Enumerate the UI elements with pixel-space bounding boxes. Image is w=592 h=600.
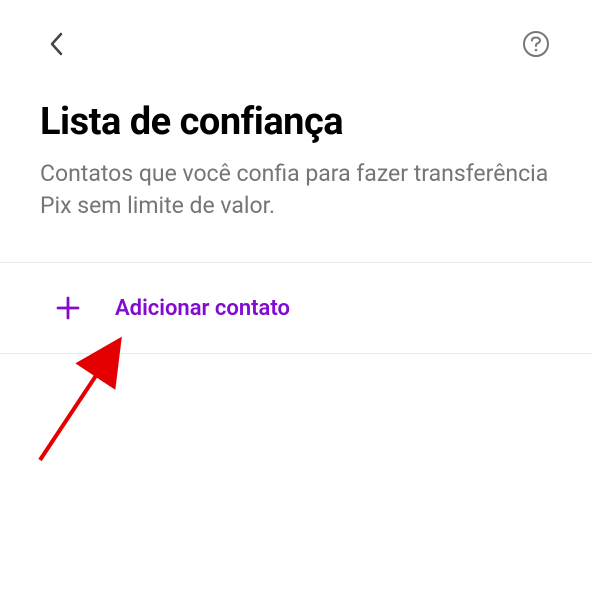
page-title: Lista de confiança xyxy=(40,100,552,144)
header-bar xyxy=(0,0,592,70)
add-contact-label: Adicionar contato xyxy=(115,296,290,321)
help-icon xyxy=(522,30,550,58)
add-contact-button[interactable]: Adicionar contato xyxy=(0,263,592,353)
annotation-arrow-icon xyxy=(25,335,155,475)
divider xyxy=(0,353,592,354)
back-button[interactable] xyxy=(40,28,72,60)
chevron-left-icon xyxy=(47,30,65,58)
content-header: Lista de confiança Contatos que você con… xyxy=(0,70,592,262)
help-button[interactable] xyxy=(520,28,552,60)
page-subtitle: Contatos que você confia para fazer tran… xyxy=(40,158,552,222)
plus-icon xyxy=(55,295,81,321)
